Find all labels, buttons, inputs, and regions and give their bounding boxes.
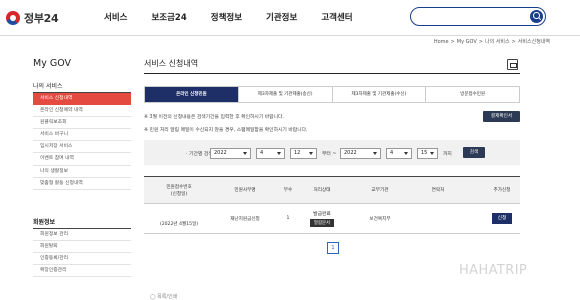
start-year-select[interactable]: 2022 <box>210 148 251 159</box>
col-agency: 교부기관 <box>371 188 389 193</box>
cell-status: 발급완료 열람문서 <box>294 204 350 233</box>
cell-date: (2022년 4월15일) <box>159 221 199 227</box>
search-icon[interactable] <box>530 9 543 23</box>
nav-item-services[interactable]: 서비스 <box>104 11 127 23</box>
end-month-select[interactable]: 4 <box>386 148 412 159</box>
period-filter: · 기간별 검색 2022 4 12 부터 ~ 2022 4 15 까지 검색 <box>144 140 520 165</box>
nav-item-support[interactable]: 고객센터 <box>321 11 352 23</box>
sidebar-item-life-info[interactable]: 나의 생활정보 <box>33 166 131 178</box>
table-header: 민원접수번호 (신청일) 민원사무명 부수 처리상태 교부기관 연락처 추가신청 <box>144 176 520 204</box>
tab-third-party-send[interactable]: 제3자제출 및 기관제출(송신) <box>238 87 333 102</box>
col-receipt-no-label: 민원접수번호 (신청일) <box>166 184 192 197</box>
cell-agency: 보건복지부 <box>369 216 391 222</box>
table-row: (2022년 4월15일) 재난지원금신청 1 발급완료 열람문서 보건복지부 … <box>144 204 520 234</box>
watermark: HAHATRIP <box>459 263 528 278</box>
search-input[interactable] <box>410 7 546 26</box>
main-nav: 서비스 보조금24 정책정보 기관정보 고객센터 <box>104 11 377 23</box>
sidebar-item-custom-activity[interactable]: 맞춤형 활동 신청내역 <box>33 178 131 190</box>
page-title: 서비스 신청내역 <box>144 59 199 68</box>
end-year-select[interactable]: 2022 <box>340 148 381 159</box>
from-label: 부터 ~ <box>322 152 337 157</box>
apply-button[interactable]: 신청 <box>492 213 512 224</box>
bottom-link[interactable]: ◯ 목록/인쇄 <box>150 293 177 300</box>
taegeuk-logo-icon <box>6 11 20 25</box>
sidebar-section-my-service: 나의 서비스 <box>33 83 63 90</box>
nav-item-policy[interactable]: 정책정보 <box>211 11 242 23</box>
notice-search-period: ※ 3월 이전의 신청내용은 검색기간을 입력한 후 확인하시기 바랍니다. <box>144 115 284 120</box>
brand-name: 정부24 <box>24 12 59 25</box>
logo[interactable]: 정부24 <box>6 10 59 26</box>
sidebar-item-ext-auth[interactable]: 확장인증관리 <box>33 265 131 278</box>
search-button[interactable]: 검색 <box>463 147 485 158</box>
breadcrumb-separator: > <box>450 38 455 45</box>
sidebar-item-withdraw[interactable]: 회원탈퇴 <box>33 241 131 254</box>
tab-online-application[interactable]: 온라인 신청민원 <box>145 87 239 102</box>
sidebar-list-member: 회원정보 관리 회원탈퇴 인증등록/관리 확장인증관리 <box>33 229 131 278</box>
sidebar-item-member-manage[interactable]: 회원정보 관리 <box>33 229 131 242</box>
breadcrumb-separator: > <box>511 38 516 45</box>
to-label: 까지 <box>443 152 452 157</box>
col-status: 처리상태 <box>313 188 331 193</box>
col-additional: 추가신청 <box>493 188 511 193</box>
payment-confirmation-button[interactable]: 결제확인서 <box>483 111 520 122</box>
sidebar-item-event[interactable]: 이벤트 참여 내역 <box>33 153 131 166</box>
start-day-select[interactable]: 12 <box>290 148 317 159</box>
nav-item-subsidy24[interactable]: 보조금24 <box>151 11 186 23</box>
notice-spam-mail: ※ 민원 처리 알림 메일이 수신되지 않을 경우, 스팸메일함을 확인하시기 … <box>144 128 308 133</box>
cell-contact <box>414 204 462 233</box>
col-service-name: 민원사무명 <box>234 188 256 193</box>
site-header: 정부24 서비스 보조금24 정책정보 기관정보 고객센터 <box>0 0 580 36</box>
header-divider <box>0 35 580 36</box>
tab-visit-application[interactable]: 방문접수민원 <box>426 87 519 102</box>
sidebar-item-online-reservation[interactable]: 온라인 신청예약 내역 <box>33 105 131 118</box>
breadcrumb-my-service[interactable]: 나의 서비스 <box>485 38 510 45</box>
sidebar-item-service-basket[interactable]: 서비스 바구니 <box>33 129 131 142</box>
breadcrumb-home[interactable]: Home <box>434 39 449 45</box>
pagination-page[interactable]: 1 <box>327 242 339 254</box>
history-tabs: 온라인 신청민원 제3자제출 및 기관제출(송신) 제3자제출 및 기관제출(수… <box>144 86 520 103</box>
sidebar-item-temp-saved[interactable]: 임시저장 서비스 <box>33 141 131 154</box>
sidebar-item-one-click[interactable]: 원클릭보조회 <box>33 117 131 130</box>
title-divider <box>144 73 520 74</box>
sidebar-title: My GOV <box>33 58 72 69</box>
sidebar-item-auth-manage[interactable]: 인증등록/관리 <box>33 253 131 266</box>
breadcrumb: Home > My GOV > 나의 서비스 > 서비스신청내역 <box>432 38 550 46</box>
nav-item-agency[interactable]: 기관정보 <box>266 11 297 23</box>
sidebar-list-my-service: 서비스 신청내역 온라인 신청예약 내역 원클릭보조회 서비스 바구니 임시저장… <box>33 93 131 190</box>
breadcrumb-separator: > <box>478 38 483 45</box>
breadcrumb-current: 서비스신청내역 <box>517 39 550 45</box>
breadcrumb-mygov[interactable]: My GOV <box>457 39 477 45</box>
print-icon[interactable] <box>507 59 518 70</box>
sidebar-section-member: 회원정보 <box>33 219 56 226</box>
col-receipt-no: 민원접수번호 (신청일) <box>156 177 202 204</box>
start-month-select[interactable]: 4 <box>256 148 285 159</box>
tab-third-party-receive[interactable]: 제3자제출 및 기관제출(수신) <box>332 87 427 102</box>
col-contact: 연락처 <box>431 188 445 193</box>
view-document-button[interactable]: 열람문서 <box>309 219 335 227</box>
cell-additional: 신청 <box>482 204 522 233</box>
period-label: · 기간별 검색 <box>186 152 213 157</box>
cell-service-name[interactable]: 재난지원금신청 <box>222 204 268 233</box>
sidebar-item-service-history[interactable]: 서비스 신청내역 <box>33 93 131 106</box>
status-label: 발급완료 <box>313 212 331 217</box>
end-day-select[interactable]: 15 <box>417 148 438 159</box>
